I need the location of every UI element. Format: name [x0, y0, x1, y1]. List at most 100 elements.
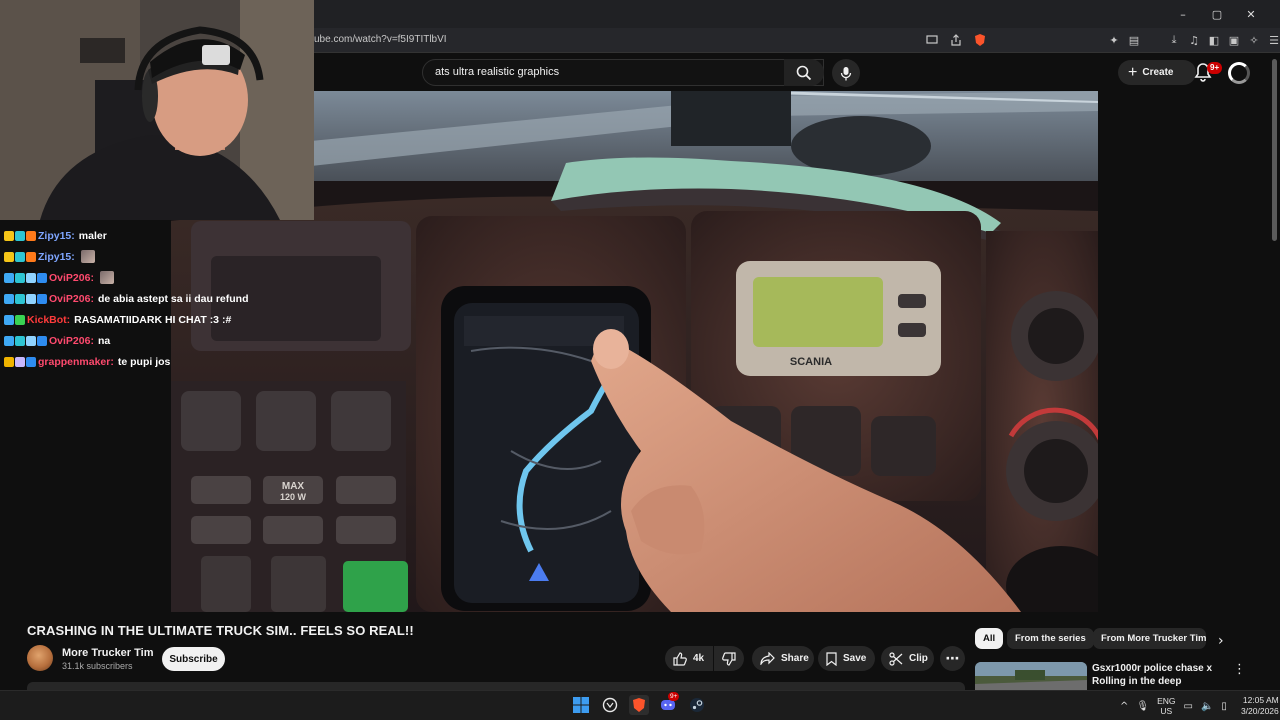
recommendation-thumbnail[interactable]	[975, 662, 1087, 690]
clock-time: 12:05 AM	[1242, 695, 1279, 705]
brave-browser-icon[interactable]	[629, 695, 649, 715]
sword-badge-icon	[4, 335, 14, 346]
chat-username[interactable]: OviP206:	[49, 335, 94, 347]
chat-message: Zipy15:	[4, 246, 304, 267]
chat-text: na	[97, 334, 111, 347]
max-button-label: MAX	[282, 481, 305, 492]
cyan-badge-icon	[15, 272, 25, 283]
system-tray: ^ 🎙 ENG US ▭ 🔈 ▯ 12:05 AM 3/20/2026	[1120, 691, 1279, 720]
music-icon[interactable]: ♫	[1186, 32, 1202, 48]
discord-badge: 9+	[668, 692, 680, 701]
microphone-icon	[840, 66, 852, 80]
download-icon[interactable]: ⤓	[1166, 32, 1182, 48]
scrollbar-thumb[interactable]	[1272, 59, 1277, 241]
network-icon[interactable]: ▭	[1184, 701, 1193, 712]
scania-logo-text: SCANIA	[790, 356, 832, 368]
sword-badge-icon	[4, 314, 14, 325]
extensions-icon[interactable]: ✦	[1106, 32, 1122, 48]
emote-icon	[99, 271, 114, 284]
discord-icon[interactable]: 9+	[658, 692, 680, 715]
webcam-overlay	[0, 0, 314, 220]
snow-badge-icon	[26, 293, 36, 304]
search-input[interactable]: ats ultra realistic graphics ✕	[422, 59, 824, 86]
leo-ai-icon[interactable]: ✧	[1246, 32, 1262, 48]
dislike-button[interactable]	[714, 646, 744, 671]
share-icon[interactable]	[948, 32, 964, 48]
browser-toolbar-icons: ✦ ▤ ⤓ ♫ ◧ ▣ ✧ ☰	[1106, 32, 1280, 48]
chat-username[interactable]: OviP206:	[49, 293, 94, 305]
cube-badge-icon	[26, 356, 36, 367]
chat-username[interactable]: grappenmaker:	[38, 356, 114, 368]
chevron-up-icon[interactable]: ^	[1120, 701, 1128, 712]
chip-all[interactable]: All	[975, 628, 1004, 649]
orange-badge-icon	[26, 230, 36, 241]
windows-taskbar: 9+ ^ 🎙 ENG US ▭ 🔈 ▯ 12:05 AM 3/20/2026	[0, 690, 1280, 720]
recommendation-menu-icon[interactable]: ⋮	[1233, 662, 1246, 677]
chat-username[interactable]: KickBot:	[27, 314, 70, 326]
crown-badge-icon	[4, 251, 14, 262]
clock[interactable]: 12:05 AM 3/20/2026	[1241, 695, 1279, 717]
chip-from-channel[interactable]: From More Trucker Tim	[1093, 628, 1206, 649]
thumbnail-image	[975, 662, 1087, 690]
subscribe-button[interactable]: Subscribe	[162, 647, 225, 671]
more-actions-button[interactable]: ⋯	[940, 646, 965, 671]
taskbar-apps: 9+	[571, 692, 707, 715]
search-icon	[796, 65, 812, 80]
save-label: Save	[843, 653, 867, 664]
scissors-icon	[889, 651, 903, 666]
chip-from-the-series[interactable]: From the series	[1007, 628, 1094, 649]
chevron-right-icon[interactable]: ›	[1218, 633, 1224, 649]
search-button[interactable]	[784, 59, 824, 86]
recommendation-title[interactable]: Gsxr1000r police chase x Rolling in the …	[1092, 662, 1232, 688]
battery-icon[interactable]: ▯	[1221, 701, 1227, 712]
sidebar-icon[interactable]: ◧	[1206, 32, 1222, 48]
language-code: ENG	[1157, 696, 1176, 706]
cube-badge-icon	[37, 335, 47, 346]
url-field[interactable]: ube.com/watch?v=f5I9TITlbVI	[314, 34, 447, 45]
crown-badge-icon	[4, 230, 14, 241]
voice-search-button[interactable]	[832, 59, 860, 87]
thumbs-up-icon	[673, 651, 687, 666]
channel-avatar[interactable]	[27, 645, 53, 671]
page-scrollbar[interactable]	[1270, 53, 1280, 690]
chat-badges	[4, 293, 47, 304]
account-avatar[interactable]	[1228, 62, 1250, 84]
chatgpt-icon[interactable]	[600, 695, 620, 715]
like-button[interactable]: 4k	[665, 646, 713, 671]
streamer-webcam	[0, 0, 314, 220]
brave-shields-icon[interactable]	[972, 32, 988, 48]
microphone-tray-icon[interactable]: 🎙	[1136, 701, 1149, 712]
share-button[interactable]: Share	[752, 646, 814, 671]
chat-text: te pupi jos	[117, 355, 171, 368]
save-button[interactable]: Save	[818, 646, 875, 671]
cast-icon[interactable]	[924, 32, 940, 48]
create-label: Create	[1142, 67, 1174, 78]
like-count: 4k	[693, 653, 705, 664]
windows-start-icon[interactable]	[571, 695, 591, 715]
clock-date: 3/20/2026	[1240, 706, 1279, 716]
clip-button[interactable]: Clip	[881, 646, 934, 671]
reading-mode-icon[interactable]: ▤	[1126, 32, 1142, 48]
chat-message: OviP206: na	[4, 330, 304, 351]
steam-icon[interactable]	[687, 695, 707, 715]
watts-button-label: 120 W	[280, 492, 307, 502]
chat-badges	[4, 356, 36, 367]
wallet-icon[interactable]: ▣	[1226, 32, 1242, 48]
sword-badge-icon	[4, 293, 14, 304]
screen: – ▢ ✕ ube.com/watch?v=f5I9TITlbVI ✦ ▤ ⤓ …	[0, 0, 1280, 720]
chat-message: OviP206: de abia astept sa ii dau refund	[4, 288, 304, 309]
close-button[interactable]: ✕	[1234, 4, 1268, 24]
maximize-button[interactable]: ▢	[1200, 4, 1234, 24]
chat-badges	[4, 335, 47, 346]
language-indicator[interactable]: ENG US	[1157, 696, 1175, 716]
chat-username[interactable]: Zipy15:	[38, 230, 75, 242]
create-button[interactable]: + Create	[1118, 60, 1196, 85]
snow-badge-icon	[26, 272, 36, 283]
chat-username[interactable]: OviP206:	[49, 272, 94, 284]
volume-icon[interactable]: 🔈	[1201, 701, 1213, 712]
description-box[interactable]	[27, 682, 965, 690]
minimize-button[interactable]: –	[1166, 4, 1200, 24]
chat-username[interactable]: Zipy15:	[38, 251, 75, 263]
channel-name[interactable]: More Trucker Tim	[62, 647, 154, 659]
menu-icon[interactable]: ☰	[1266, 32, 1280, 48]
